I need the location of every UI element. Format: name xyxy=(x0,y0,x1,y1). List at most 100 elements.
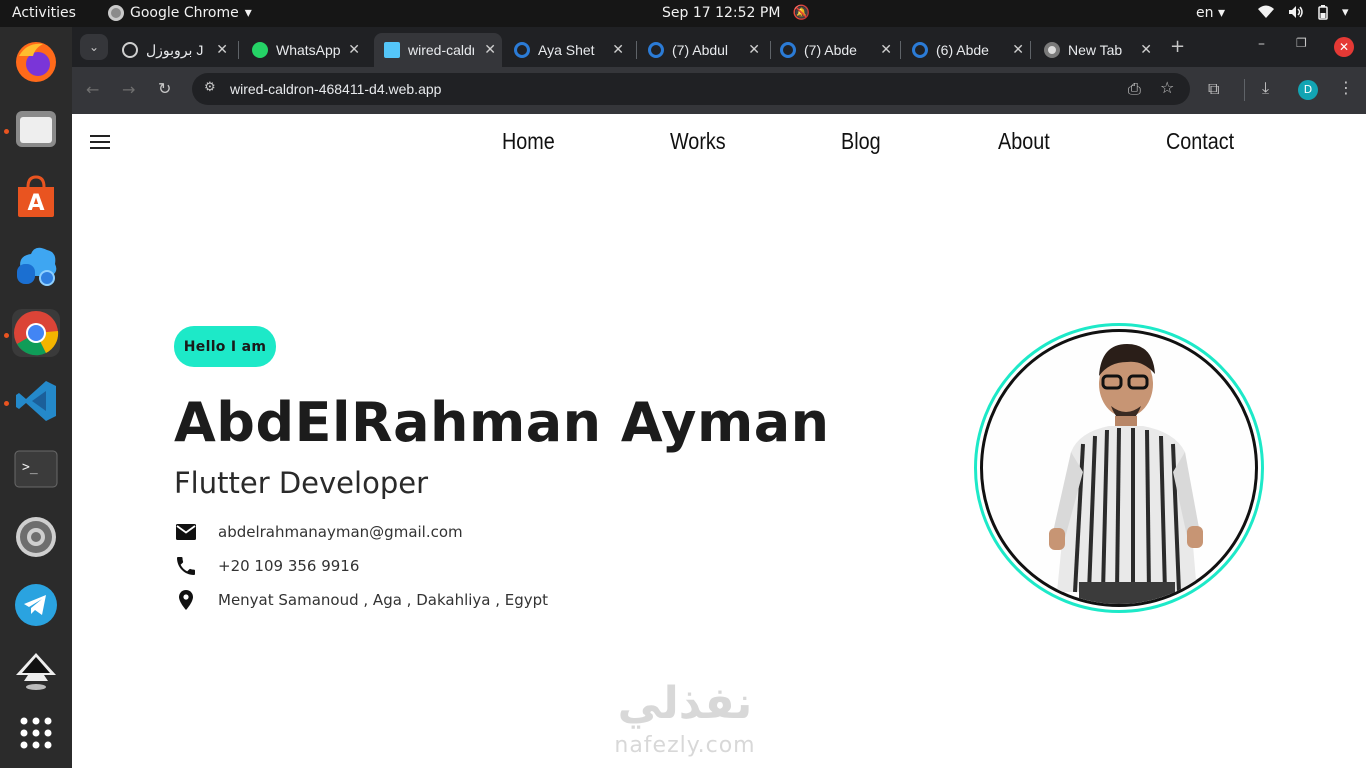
chrome-icon[interactable] xyxy=(12,309,60,357)
close-tab-icon[interactable]: ✕ xyxy=(348,41,360,58)
close-tab-icon[interactable]: ✕ xyxy=(748,41,760,58)
tab-title: New Tab xyxy=(1068,42,1123,58)
back-button[interactable]: ← xyxy=(86,80,99,99)
forward-button[interactable]: → xyxy=(122,80,135,99)
tab-wired-caldron[interactable]: wired-caldron ✕ xyxy=(374,33,502,67)
hero-name: AbdElRahman Ayman xyxy=(174,391,830,454)
tab-new-tab[interactable]: New Tab ✕ xyxy=(1038,33,1158,67)
tab-title: بروبوزل J xyxy=(146,41,204,58)
nav-works[interactable]: Works xyxy=(670,128,726,155)
chrome-icon xyxy=(1044,42,1060,58)
upwork-icon xyxy=(912,42,928,58)
close-tab-icon[interactable]: ✕ xyxy=(612,41,624,58)
address-bar[interactable]: ⚙ wired-caldron-468411-d4.web.app ⎙ ☆ xyxy=(192,73,1190,105)
app-center-icon[interactable]: A xyxy=(12,173,60,221)
tab-proposal[interactable]: بروبوزل J ✕ xyxy=(116,33,234,67)
browser-window: ⌄ بروبوزل J ✕ WhatsApp ✕ wired-caldron ✕… xyxy=(72,27,1366,114)
system-status-menu[interactable]: ▾ xyxy=(1258,5,1349,24)
inkscape-icon[interactable] xyxy=(12,649,60,697)
tab-abde-7b[interactable]: (7) Abde ✕ xyxy=(774,33,898,67)
nafezly-watermark: نفذلي nafezly.com xyxy=(600,674,770,766)
phone-text: +20 109 356 9916 xyxy=(218,557,360,575)
vscode-icon[interactable] xyxy=(12,377,60,425)
language-label: en xyxy=(1196,5,1214,21)
reload-button[interactable]: ↻ xyxy=(158,79,171,98)
close-tab-icon[interactable]: ✕ xyxy=(1012,41,1024,58)
extensions-icon[interactable]: ⧉ xyxy=(1208,79,1219,99)
tab-abde-6[interactable]: (6) Abde ✕ xyxy=(906,33,1030,67)
download-icon[interactable]: ⤓ xyxy=(1262,78,1269,98)
hamburger-menu-icon[interactable] xyxy=(90,135,110,149)
language-indicator[interactable]: en ▾ xyxy=(1196,5,1225,21)
chevron-down-icon: ▾ xyxy=(1217,5,1225,21)
app-grid-icon[interactable] xyxy=(12,709,60,757)
settings-icon[interactable] xyxy=(12,513,60,561)
tab-title: (7) Abdul xyxy=(672,42,729,58)
nav-home[interactable]: Home xyxy=(502,128,555,155)
close-tab-icon[interactable]: ✕ xyxy=(484,41,496,58)
profile-photo xyxy=(980,329,1258,607)
watermark-arabic-text: نفذلي xyxy=(617,678,753,729)
location-pin-icon xyxy=(179,590,193,610)
site-info-icon[interactable]: ⚙ xyxy=(204,80,216,95)
telegram-icon[interactable] xyxy=(12,581,60,629)
upwork-icon xyxy=(514,42,530,58)
azure-data-studio-icon[interactable] xyxy=(12,241,60,289)
tab-aya[interactable]: Aya Shet ✕ xyxy=(508,33,630,67)
running-indicator xyxy=(4,129,9,134)
install-app-icon[interactable]: ⎙ xyxy=(1128,79,1141,99)
toolbar-divider xyxy=(1244,79,1245,101)
tab-separator xyxy=(238,41,239,59)
web-page: Home Works Blog About Contact Hello I am… xyxy=(72,114,1366,768)
tab-title: (6) Abde xyxy=(936,42,989,58)
tab-whatsapp[interactable]: WhatsApp ✕ xyxy=(246,33,366,67)
hero-role: Flutter Developer xyxy=(174,466,428,500)
power-icon: ▾ xyxy=(1342,5,1349,20)
nav-contact[interactable]: Contact xyxy=(1166,128,1234,155)
tab-separator xyxy=(770,41,771,59)
clock-label: Sep 17 12:52 PM xyxy=(662,5,781,21)
openai-icon xyxy=(122,42,138,58)
activities-button[interactable]: Activities xyxy=(12,5,76,21)
battery-icon xyxy=(1318,5,1328,24)
upwork-icon xyxy=(780,42,796,58)
tab-separator xyxy=(900,41,901,59)
whatsapp-icon xyxy=(252,42,268,58)
upwork-icon xyxy=(648,42,664,58)
tab-search-button[interactable]: ⌄ xyxy=(80,34,108,60)
kebab-menu-icon[interactable]: ⋮ xyxy=(1338,78,1354,97)
svg-text:A: A xyxy=(27,191,44,216)
tab-abdul-7a[interactable]: (7) Abdul ✕ xyxy=(642,33,766,67)
close-tab-icon[interactable]: ✕ xyxy=(216,41,228,58)
maximize-button[interactable]: ❐ xyxy=(1296,36,1307,50)
firefox-icon[interactable] xyxy=(12,37,60,85)
running-indicator xyxy=(4,401,9,406)
browser-toolbar: ← → ↻ ⚙ wired-caldron-468411-d4.web.app … xyxy=(72,67,1366,114)
bell-off-icon: 🔕 xyxy=(792,5,811,21)
files-icon[interactable] xyxy=(12,105,60,153)
bookmark-star-icon[interactable]: ☆ xyxy=(1160,78,1174,97)
svg-text:>_: >_ xyxy=(22,460,38,475)
nav-blog[interactable]: Blog xyxy=(841,128,881,155)
nav-about[interactable]: About xyxy=(998,128,1050,155)
contact-address: Menyat Samanoud , Aga , Dakahliya , Egyp… xyxy=(174,588,548,612)
phone-icon xyxy=(177,557,195,575)
tab-strip: ⌄ بروبوزل J ✕ WhatsApp ✕ wired-caldron ✕… xyxy=(72,27,1366,67)
terminal-icon[interactable]: >_ xyxy=(12,445,60,493)
minimize-button[interactable]: – xyxy=(1258,36,1265,52)
close-tab-icon[interactable]: ✕ xyxy=(1140,41,1152,58)
clock[interactable]: Sep 17 12:52 PM 🔕 xyxy=(662,5,810,21)
email-text: abdelrahmanayman@gmail.com xyxy=(218,523,463,541)
tab-title: wired-caldron xyxy=(408,42,474,58)
system-top-bar: Activities Google Chrome ▾ Sep 17 12:52 … xyxy=(0,0,1366,27)
profile-photo-frame xyxy=(974,323,1264,613)
tab-title: Aya Shet xyxy=(538,42,595,58)
address-text: Menyat Samanoud , Aga , Dakahliya , Egyp… xyxy=(218,591,549,609)
app-menu[interactable]: Google Chrome ▾ xyxy=(108,5,252,21)
chevron-down-icon: ▾ xyxy=(244,5,252,21)
close-tab-icon[interactable]: ✕ xyxy=(880,41,892,58)
tab-separator xyxy=(1030,41,1031,59)
profile-avatar[interactable]: D xyxy=(1298,80,1318,100)
new-tab-button[interactable]: + xyxy=(1170,36,1185,57)
close-window-button[interactable]: ✕ xyxy=(1334,37,1354,57)
